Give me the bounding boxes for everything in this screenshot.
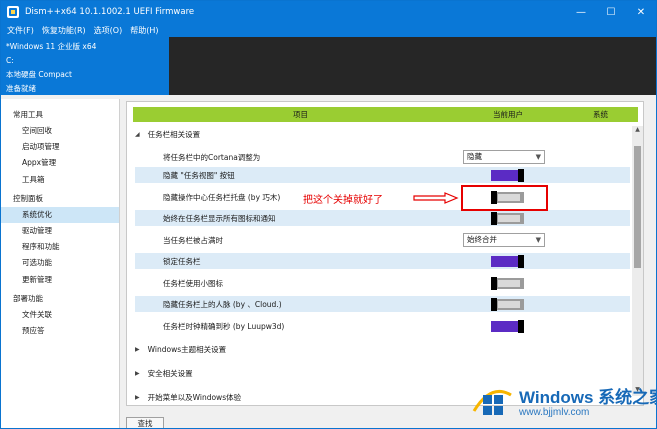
taskbar-combine-select[interactable]: 始终合并 ▼: [463, 233, 545, 247]
header-current-user[interactable]: 当前用户: [493, 109, 523, 120]
expand-icon: ▶: [135, 346, 140, 353]
status-text: 准备就绪: [6, 84, 36, 93]
search-button[interactable]: 查找: [126, 417, 164, 428]
small-icons-toggle[interactable]: [491, 276, 524, 290]
expand-icon: ▶: [135, 394, 140, 401]
row-label: 隐藏任务栏上的人脉 (by 、Cloud.): [163, 299, 282, 309]
table-header: 项目 当前用户 系统: [133, 107, 638, 122]
hide-people-toggle[interactable]: [491, 297, 524, 311]
menu-file[interactable]: 文件(F): [7, 25, 34, 36]
sidebar-item-toolbox[interactable]: 工具箱: [1, 172, 119, 188]
sidebar-item-space-cleanup[interactable]: 空间回收: [1, 123, 119, 139]
menu-options[interactable]: 选项(O): [94, 25, 123, 36]
watermark-url: www.bjjmlv.com: [519, 407, 590, 418]
section-label: 任务栏相关设置: [147, 130, 201, 139]
show-all-icons-toggle[interactable]: [491, 211, 524, 225]
settings-row: 任务栏时钟精确到秒 (by Luupw3d): [135, 318, 630, 334]
section-label: 安全相关设置: [147, 369, 193, 378]
windows-logo-icon: [472, 390, 512, 415]
sidebar-group-common-tools: 常用工具: [13, 110, 43, 119]
sidebar-item-programs[interactable]: 程序和功能: [1, 239, 119, 255]
expand-icon: ▶: [135, 370, 140, 377]
sidebar-item-appx[interactable]: Appx管理: [1, 155, 119, 171]
cortana-select[interactable]: 隐藏 ▼: [463, 150, 545, 164]
app-logo-icon: [6, 5, 20, 19]
hide-taskview-toggle[interactable]: [491, 168, 524, 182]
section-taskbar[interactable]: ◢ 任务栏相关设置: [135, 129, 200, 140]
section-label: 开始菜单以及Windows体验: [147, 393, 242, 402]
lock-taskbar-toggle[interactable]: [491, 254, 524, 268]
arrow-right-icon: [413, 192, 459, 204]
sidebar-item-updates[interactable]: 更新管理: [1, 272, 119, 288]
header-item[interactable]: 项目: [293, 109, 308, 120]
row-label: 锁定任务栏: [163, 256, 201, 266]
maximize-button[interactable]: ☐: [596, 1, 626, 23]
row-label: 任务栏时钟精确到秒 (by Luupw3d): [163, 321, 285, 331]
menu-restore[interactable]: 恢复功能(R): [42, 25, 86, 36]
minimize-button[interactable]: —: [566, 1, 596, 23]
menu-help[interactable]: 帮助(H): [130, 25, 158, 36]
watermark-title: Windows 系统之家: [519, 388, 657, 407]
section-start-menu[interactable]: ▶ 开始菜单以及Windows体验: [135, 392, 241, 403]
annotation-text: 把这个关掉就好了: [303, 195, 383, 206]
section-label: Windows主题相关设置: [147, 345, 227, 354]
image-info-panel[interactable]: *Windows 11 企业版 x64 C: 本地硬盘 Compact 准备就绪: [1, 37, 169, 95]
collapse-icon: ◢: [135, 131, 140, 138]
settings-row: 任务栏使用小图标: [135, 275, 630, 291]
settings-row: 始终在任务栏显示所有图标和通知: [135, 210, 630, 226]
settings-row: 将任务栏中的Cortana调整为 隐藏 ▼: [135, 149, 630, 165]
image-list-area[interactable]: [169, 37, 656, 95]
row-label: 将任务栏中的Cortana调整为: [163, 152, 261, 162]
chevron-down-icon: ▼: [535, 153, 541, 161]
drive-letter: C:: [6, 56, 14, 65]
settings-row: 锁定任务栏: [135, 253, 630, 269]
highlight-box: [461, 185, 548, 211]
sidebar-item-optional-features[interactable]: 可选功能: [1, 255, 119, 271]
settings-row: 隐藏任务栏上的人脉 (by 、Cloud.): [135, 296, 630, 312]
row-label: 始终在任务栏显示所有图标和通知: [163, 213, 276, 223]
row-label: 任务栏使用小图标: [163, 278, 223, 288]
settings-row: 当任务栏被占满时 始终合并 ▼: [135, 232, 630, 248]
settings-row: 隐藏 "任务视图" 按钮: [135, 167, 630, 183]
window-controls: — ☐ ✕: [566, 1, 656, 23]
select-value: 隐藏: [467, 152, 482, 161]
close-button[interactable]: ✕: [626, 1, 656, 23]
watermark: Windows 系统之家 www.bjjmlv.com: [463, 377, 656, 425]
row-label: 当任务栏被占满时: [163, 235, 223, 245]
section-theme[interactable]: ▶ Windows主题相关设置: [135, 344, 226, 355]
row-label: 隐藏 "任务视图" 按钮: [163, 170, 235, 180]
vertical-scrollbar[interactable]: ▲ ▼: [632, 126, 643, 396]
chevron-down-icon: ▼: [535, 236, 541, 244]
sidebar-item-startup[interactable]: 启动项管理: [1, 139, 119, 155]
settings-panel: 项目 当前用户 系统 ◢ 任务栏相关设置 将任务栏中的Cortana调整为 隐藏…: [126, 101, 644, 406]
sidebar-item-drivers[interactable]: 驱动管理: [1, 223, 119, 239]
sidebar-group-control-panel: 控制面板: [13, 193, 43, 203]
clock-seconds-toggle[interactable]: [491, 319, 524, 333]
select-value: 始终合并: [467, 235, 497, 244]
os-name: *Windows 11 企业版 x64: [6, 42, 97, 51]
header-system[interactable]: 系统: [593, 109, 608, 120]
app-window: Dism++x64 10.1.1002.1 UEFI Firmware — ☐ …: [0, 0, 657, 429]
section-security[interactable]: ▶ 安全相关设置: [135, 368, 193, 379]
window-title: Dism++x64 10.1.1002.1 UEFI Firmware: [25, 7, 195, 17]
scroll-thumb[interactable]: [634, 146, 641, 268]
menu-bar: 文件(F) 恢复功能(R) 选项(O) 帮助(H): [1, 23, 656, 37]
disk-type: 本地硬盘 Compact: [6, 70, 72, 79]
scroll-up-icon[interactable]: ▲: [632, 126, 643, 136]
sidebar-item-file-assoc[interactable]: 文件关联: [1, 307, 119, 323]
row-label: 隐藏操作中心任务栏托盘 (by 巧木): [163, 192, 281, 202]
sidebar-group-deploy: 部署功能: [13, 293, 43, 303]
title-bar: Dism++x64 10.1.1002.1 UEFI Firmware — ☐ …: [1, 1, 656, 23]
sidebar-item-system-optimize[interactable]: 系统优化: [1, 206, 119, 223]
sidebar-item-answer-file[interactable]: 预应答: [1, 323, 119, 339]
sidebar: 常用工具 空间回收 启动项管理 Appx管理 工具箱 控制面板 系统优化 驱动管…: [1, 99, 120, 428]
